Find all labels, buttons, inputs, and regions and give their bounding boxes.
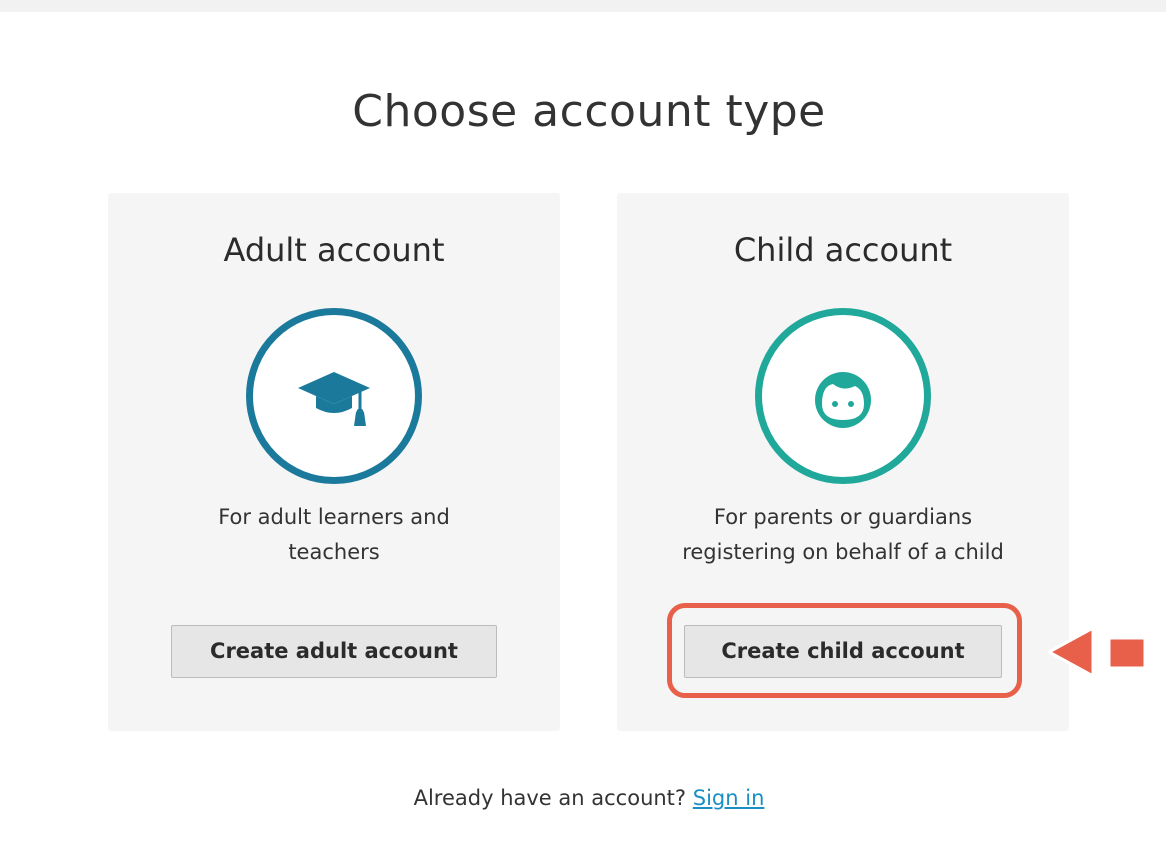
sign-in-prompt: Already have an account? Sign in [0, 786, 1166, 810]
child-face-icon [815, 372, 871, 428]
adult-icon-circle [246, 308, 422, 484]
sign-in-link[interactable]: Sign in [693, 786, 765, 810]
left-arrow-icon [1047, 626, 1147, 678]
page-title: Choose account type [352, 86, 826, 137]
child-desc-line1: For parents or guardians [713, 505, 973, 529]
adult-desc-line2: teachers [288, 540, 380, 564]
adult-account-card: Adult account For adult learners and tea… [108, 193, 560, 731]
create-child-account-button[interactable]: Create child account [684, 625, 1002, 678]
child-desc-line2: registering on behalf of a child [682, 540, 1004, 564]
child-account-card: Child account For parents or guardians r… [617, 193, 1069, 731]
child-icon-circle [755, 308, 931, 484]
adult-desc-line1: For adult learners and [218, 505, 450, 529]
child-card-description: For parents or guardians registering on … [617, 500, 1069, 570]
child-card-title: Child account [733, 231, 953, 269]
create-adult-account-button[interactable]: Create adult account [171, 625, 497, 678]
footer-prompt-text: Already have an account? [413, 786, 687, 810]
adult-card-title: Adult account [223, 231, 445, 269]
graduation-cap-icon [298, 372, 370, 426]
adult-card-description: For adult learners and teachers [108, 500, 560, 570]
